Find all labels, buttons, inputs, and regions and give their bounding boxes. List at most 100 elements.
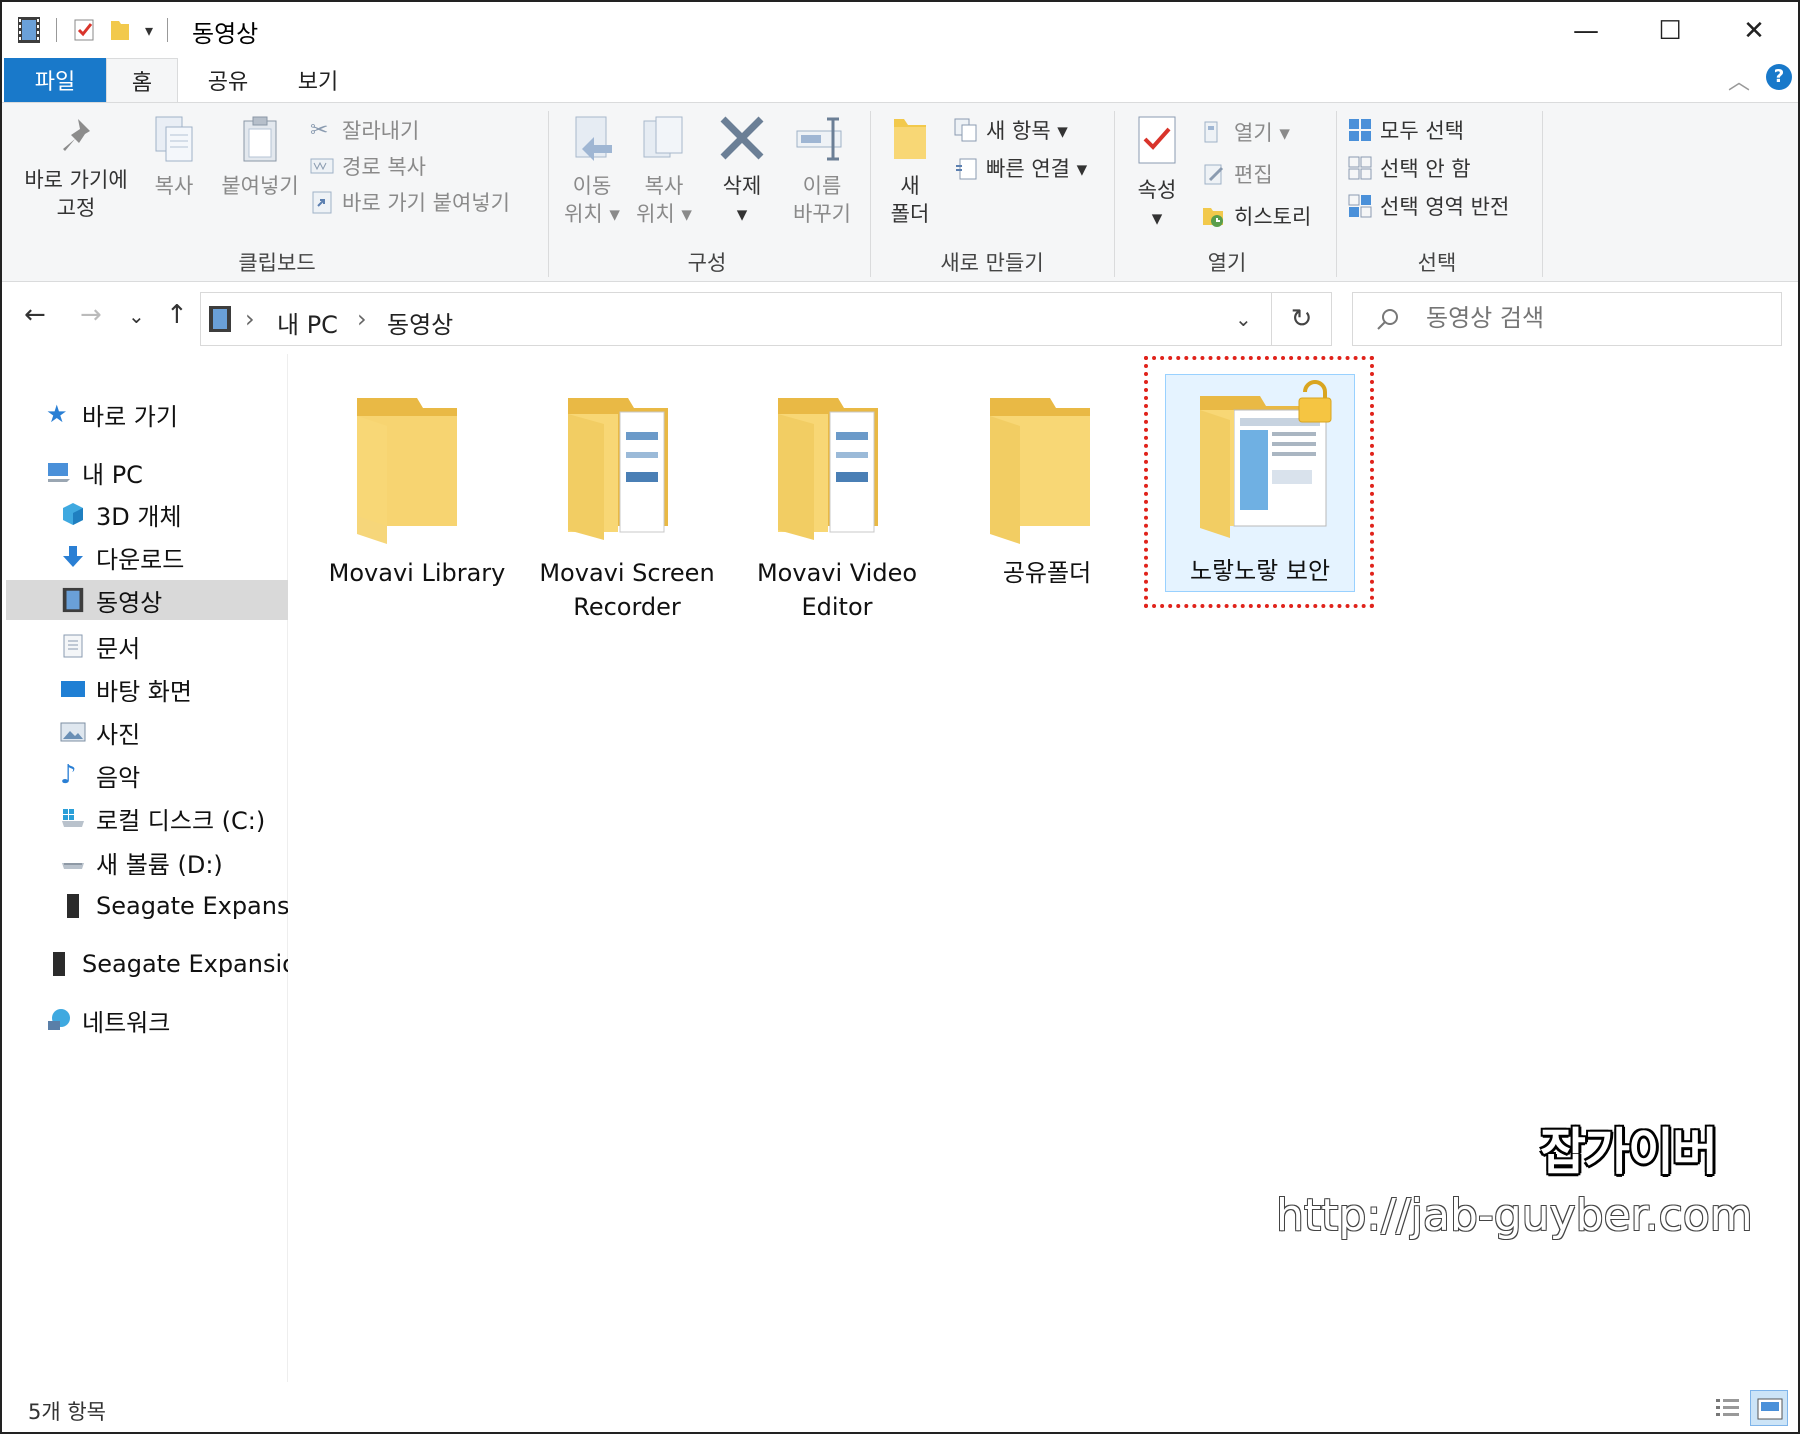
- nav-local-disk-c[interactable]: 로컬 디스크 (C:): [60, 798, 265, 838]
- tab-share[interactable]: 공유: [188, 58, 268, 102]
- navigation-pane: ★ 바로 가기 내 PC 3D 개체 다운로드 동영상 문서 바탕 화면 사진 …: [2, 354, 288, 1382]
- folder-icon[interactable]: [345, 392, 465, 548]
- help-icon[interactable]: ?: [1766, 64, 1792, 90]
- search-icon: [1377, 309, 1398, 330]
- copy-path-button[interactable]: 경로 복사: [310, 151, 426, 181]
- delete-label-1: 삭제: [722, 174, 762, 198]
- clipboard-icon: [243, 116, 277, 162]
- new-folder-button[interactable]: 새 폴더: [878, 115, 942, 228]
- nav-this-pc[interactable]: 내 PC: [46, 452, 143, 492]
- select-all-icon: [1349, 119, 1371, 141]
- nav-seagate-1[interactable]: Seagate Expansion: [60, 886, 288, 926]
- large-icons-view-icon: [1757, 1398, 1783, 1420]
- breadcrumb-this-pc[interactable]: 내 PC: [277, 305, 338, 340]
- properties-check-icon[interactable]: [73, 17, 97, 43]
- up-arrow-icon[interactable]: ↑: [166, 300, 188, 330]
- open-button[interactable]: 열기 ▾: [1202, 117, 1290, 147]
- folder-item[interactable]: Movavi Video Editor: [742, 556, 932, 624]
- ribbon: 바로 가기에 고정 복사 붙여넣기 ✂ 잘라내기 경로 복사 바로 가기 붙여넣…: [2, 102, 1798, 282]
- picture-icon: [60, 722, 86, 742]
- select-none-label: 선택 안 함: [1380, 157, 1471, 181]
- nav-network[interactable]: 네트워크: [46, 1000, 170, 1040]
- history-button[interactable]: 히스토리: [1202, 201, 1311, 231]
- paste-label: 붙여넣기: [221, 174, 299, 198]
- search-input[interactable]: [1426, 304, 1766, 332]
- pin-quick-access-button[interactable]: 바로 가기에 고정: [14, 115, 138, 222]
- breadcrumb-separator-icon[interactable]: ›: [245, 305, 255, 333]
- easy-access-icon: [956, 158, 977, 180]
- nav-3d-objects[interactable]: 3D 개체: [60, 494, 182, 534]
- rename-button[interactable]: 이름 바꾸기: [782, 115, 862, 228]
- forward-arrow-icon[interactable]: →: [80, 300, 102, 330]
- refresh-button[interactable]: ↻: [1272, 292, 1332, 346]
- new-folder-qa-icon[interactable]: [109, 17, 131, 43]
- nav-seagate-2[interactable]: Seagate Expansion: [46, 944, 288, 984]
- tab-file[interactable]: 파일: [4, 58, 106, 102]
- select-all-button[interactable]: 모두 선택: [1348, 115, 1464, 145]
- new-item-label: 새 항목 ▾: [986, 119, 1068, 143]
- customize-dropdown-icon[interactable]: ▾: [145, 21, 153, 40]
- nav-volume-d[interactable]: 새 볼륨 (D:): [60, 842, 223, 882]
- recent-locations-chevron-icon[interactable]: ⌄: [128, 304, 145, 328]
- tab-view[interactable]: 보기: [278, 58, 358, 102]
- external-drive-icon: [53, 952, 65, 976]
- move-label-1: 이동: [572, 174, 612, 198]
- folder-name-line1: Movavi Video: [756, 559, 918, 587]
- minimize-button[interactable]: —: [1550, 8, 1622, 54]
- collapse-ribbon-icon[interactable]: ︿: [1728, 64, 1750, 96]
- back-arrow-icon[interactable]: ←: [24, 300, 46, 330]
- select-none-icon: [1348, 156, 1372, 180]
- new-item-button[interactable]: 새 항목 ▾: [954, 115, 1068, 145]
- folder-item[interactable]: 공유폴더: [952, 556, 1142, 590]
- folder-name: Movavi Library: [328, 559, 506, 587]
- videos-folder-icon: [18, 17, 40, 43]
- address-bar[interactable]: › 내 PC › 동영상 ⌄: [200, 292, 1272, 346]
- move-to-button[interactable]: 이동 위치 ▾: [558, 115, 626, 228]
- nav-label: Seagate Expansion: [82, 950, 288, 978]
- tab-home[interactable]: 홈: [106, 58, 178, 102]
- copy-to-button[interactable]: 복사 위치 ▾: [630, 115, 698, 228]
- nav-pictures[interactable]: 사진: [60, 712, 140, 752]
- nav-label: 네트워크: [82, 1008, 171, 1037]
- navigation-bar: ← → ⌄ ↑ › 내 PC › 동영상 ⌄ ↻: [2, 282, 1798, 354]
- copy-button[interactable]: 복사: [142, 115, 206, 200]
- nav-desktop[interactable]: 바탕 화면: [60, 669, 192, 709]
- properties-button[interactable]: 속성 ▾: [1124, 115, 1190, 232]
- address-dropdown-chevron-icon[interactable]: ⌄: [1235, 307, 1252, 331]
- folder-icon[interactable]: [978, 392, 1098, 548]
- nav-music[interactable]: ♪ 음악: [60, 755, 140, 795]
- large-icons-view-button[interactable]: [1750, 1390, 1788, 1426]
- status-bar: 5개 항목: [2, 1382, 1798, 1432]
- cut-button[interactable]: ✂ 잘라내기: [310, 115, 419, 145]
- folder-item[interactable]: Movavi Screen Recorder: [532, 556, 722, 624]
- nav-documents[interactable]: 문서: [60, 626, 140, 666]
- paste-shortcut-button[interactable]: 바로 가기 붙여넣기: [310, 187, 510, 217]
- nav-downloads[interactable]: 다운로드: [60, 537, 184, 577]
- details-view-icon[interactable]: [1714, 1396, 1742, 1420]
- copy-path-label: 경로 복사: [342, 155, 426, 179]
- delete-button[interactable]: 삭제 ▾: [712, 115, 772, 228]
- move-to-icon: [575, 116, 612, 161]
- select-none-button[interactable]: 선택 안 함: [1348, 153, 1471, 183]
- folder-with-contents-icon[interactable]: [556, 392, 686, 548]
- edit-label: 편집: [1234, 163, 1273, 187]
- breadcrumb-videos[interactable]: 동영상: [387, 305, 453, 340]
- history-icon: [1203, 208, 1223, 227]
- folder-item[interactable]: Movavi Library: [322, 556, 512, 590]
- nav-label: 바로 가기: [82, 402, 178, 431]
- breadcrumb-separator-icon[interactable]: ›: [357, 305, 367, 333]
- folder-with-contents-icon[interactable]: [766, 392, 896, 548]
- nav-quick-access[interactable]: ★ 바로 가기: [46, 394, 178, 434]
- maximize-button[interactable]: ☐: [1634, 8, 1706, 54]
- invert-selection-button[interactable]: 선택 영역 반전: [1348, 191, 1509, 221]
- easy-access-button[interactable]: 빠른 연결 ▾: [954, 153, 1087, 183]
- paste-button[interactable]: 붙여넣기: [210, 115, 310, 200]
- nav-label: 음악: [96, 763, 141, 792]
- pin-label-2: 고정: [56, 196, 96, 220]
- edit-button[interactable]: 편집: [1202, 159, 1273, 189]
- paste-shortcut-label: 바로 가기 붙여넣기: [342, 191, 510, 215]
- folder-name: 공유폴더: [1002, 559, 1092, 587]
- copy-path-icon: [310, 158, 334, 174]
- close-button[interactable]: ✕: [1718, 8, 1790, 54]
- nav-videos[interactable]: 동영상: [6, 580, 288, 620]
